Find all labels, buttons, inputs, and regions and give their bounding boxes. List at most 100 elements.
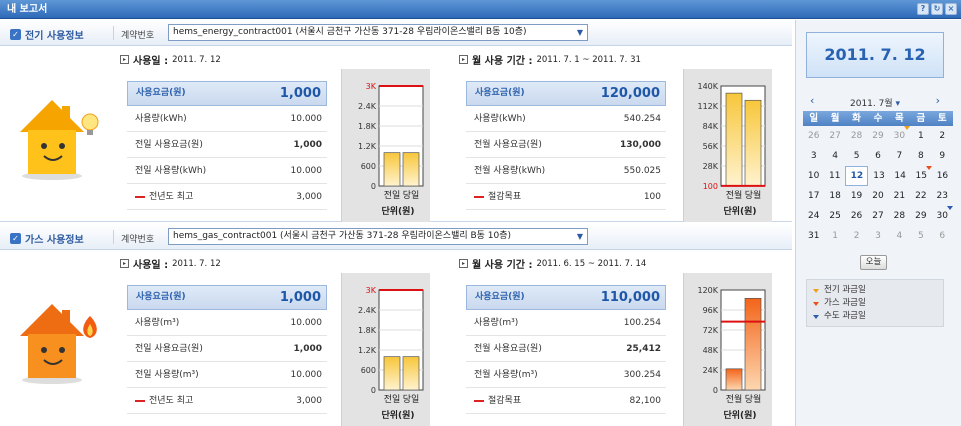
row-label: 사용요금(원) xyxy=(475,88,525,98)
tick-label: 120K xyxy=(697,286,718,295)
row-label: 전월 사용량(kWh) xyxy=(474,166,546,176)
calendar-day[interactable]: 2 xyxy=(846,226,867,246)
calendar-day[interactable]: 5 xyxy=(846,146,867,166)
expand-icon[interactable]: ▸ xyxy=(120,55,129,64)
calendar-day[interactable]: 12 xyxy=(845,166,869,186)
calendar-day[interactable]: 24 xyxy=(803,206,824,226)
expand-icon[interactable]: ▸ xyxy=(120,259,129,268)
table-row: 사용량(kWh) 10.000 xyxy=(127,106,327,132)
row-value: 82,100 xyxy=(629,396,662,406)
gas-section-title[interactable]: ✓ 가스 사용정보 xyxy=(10,231,84,246)
calendar-day[interactable]: 18 xyxy=(824,186,845,206)
calendar-day[interactable]: 27 xyxy=(867,206,888,226)
calendar-day[interactable]: 7 xyxy=(889,146,910,166)
unit-label: 단위(원) xyxy=(381,205,414,217)
gas-house-icon xyxy=(20,304,97,384)
tick-label: 28K xyxy=(703,162,719,171)
calendar-day[interactable]: 10 xyxy=(803,166,824,186)
refresh-icon[interactable]: ↻ xyxy=(931,3,943,15)
table-row: 전년도 최고 3,000 xyxy=(127,388,327,414)
calendar-day[interactable]: 30 xyxy=(889,126,911,146)
chevron-down-icon[interactable]: ▼ xyxy=(573,229,587,244)
calendar-day[interactable]: 19 xyxy=(846,186,867,206)
calendar-day[interactable]: 31 xyxy=(803,226,824,246)
calendar-day[interactable]: 8 xyxy=(910,146,931,166)
tick-label: 1.2K xyxy=(358,346,377,355)
divider xyxy=(113,26,114,40)
weekday-header: 일월 화 수 목 금토 xyxy=(803,111,953,126)
calendar-day[interactable]: 3 xyxy=(803,146,824,166)
calendar-day[interactable]: 1 xyxy=(910,126,931,146)
calendar-day[interactable]: 5 xyxy=(910,226,931,246)
calendar-day[interactable]: 20 xyxy=(867,186,888,206)
calendar-week: 26 27 28 29 30 1 2 xyxy=(803,126,953,146)
row-value: 10.000 xyxy=(290,166,323,176)
bar-chart: 120K 96K 72K 48K 24K 0 전월 당월단위(원) xyxy=(697,286,766,421)
tick-label: 0 xyxy=(713,386,718,395)
calendar-day[interactable]: 23 xyxy=(932,186,953,206)
weekday-label: 목 xyxy=(895,113,904,124)
calendar-day[interactable]: 29 xyxy=(867,126,888,146)
calendar-day[interactable]: 2 xyxy=(932,126,953,146)
calendar-day[interactable]: 26 xyxy=(846,206,867,226)
tick-label: 72K xyxy=(703,326,719,335)
tick-label: 2.4K xyxy=(358,306,377,315)
help-icon[interactable]: ? xyxy=(917,3,929,15)
calendar-day[interactable]: 28 xyxy=(846,126,867,146)
row-label: 사용량(m³) xyxy=(135,318,180,328)
row-value: 3,000 xyxy=(296,396,322,406)
row-value: 130,000 xyxy=(620,140,661,150)
gas-contract-select[interactable]: hems_gas_contract001 (서울시 금천구 가산동 371-28… xyxy=(168,228,588,245)
next-month-icon[interactable]: › xyxy=(936,95,940,107)
legend-label: 전기 과금일 xyxy=(824,285,866,295)
row-label: 전년도 최고 xyxy=(149,192,194,202)
calendar-day[interactable]: 27 xyxy=(824,126,845,146)
calendar-grid: 26 27 28 29 30 1 2 3 4 5 6 7 8 9 10 11 12 13 14 15 16 17 18 19 2… xyxy=(803,126,953,246)
row-label: 전년도 최고 xyxy=(149,396,194,406)
calendar-day[interactable]: 4 xyxy=(889,226,910,246)
electric-section-title[interactable]: ✓ 전기 사용정보 xyxy=(10,27,84,42)
calendar-day[interactable]: 1 xyxy=(824,226,845,246)
calendar-day[interactable]: 11 xyxy=(824,166,845,186)
tick-label: 2.4K xyxy=(358,102,377,111)
calendar-day[interactable]: 3 xyxy=(867,226,888,246)
calendar-day[interactable]: 21 xyxy=(889,186,910,206)
calendar-day[interactable]: 17 xyxy=(803,186,824,206)
calendar-day[interactable]: 6 xyxy=(932,226,953,246)
electric-contract-select[interactable]: hems_energy_contract001 (서울시 금천구 가산동 371… xyxy=(168,24,588,41)
calendar-day[interactable]: 6 xyxy=(867,146,888,166)
calendar-day[interactable]: 30 xyxy=(932,206,953,226)
calendar-day[interactable]: 28 xyxy=(889,206,910,226)
calendar-day[interactable]: 25 xyxy=(824,206,845,226)
table-row: 절감목표 82,100 xyxy=(466,388,666,414)
electric-monthly-title: ▸ 월 사용 기간 : 2011. 7. 1 ~ 2011. 7. 31 xyxy=(459,52,641,67)
row-value: 3,000 xyxy=(296,192,322,202)
prev-month-icon[interactable]: ‹ xyxy=(810,95,814,107)
tick-label: 1.2K xyxy=(358,142,377,151)
tick-label: 3K xyxy=(366,286,377,295)
table-row: 전년도 최고 3,000 xyxy=(127,184,327,210)
today-button[interactable]: 오늘 xyxy=(860,255,887,270)
row-value: 300.254 xyxy=(623,370,661,380)
calendar-day[interactable]: 15 xyxy=(911,166,932,186)
calendar-day[interactable]: 29 xyxy=(910,206,931,226)
chevron-down-icon[interactable]: ▾ xyxy=(896,99,901,109)
calendar-week: 10 11 12 13 14 15 16 xyxy=(803,166,953,186)
expand-icon[interactable]: ▸ xyxy=(459,55,468,64)
month-label[interactable]: 2011. 7월 ▾ xyxy=(850,96,900,109)
checkbox-icon[interactable]: ✓ xyxy=(10,29,21,40)
checkbox-icon[interactable]: ✓ xyxy=(10,233,21,244)
calendar-day[interactable]: 13 xyxy=(868,166,889,186)
contract-label: 계약번호 xyxy=(121,235,155,245)
calendar-day[interactable]: 22 xyxy=(910,186,931,206)
calendar-day[interactable]: 16 xyxy=(932,166,953,186)
expand-icon[interactable]: ▸ xyxy=(459,259,468,268)
close-icon[interactable]: × xyxy=(945,3,957,15)
calendar-day[interactable]: 14 xyxy=(890,166,911,186)
calendar-day[interactable]: 9 xyxy=(932,146,953,166)
chevron-down-icon[interactable]: ▼ xyxy=(573,25,587,40)
calendar-day[interactable]: 4 xyxy=(824,146,845,166)
calendar-week: 24 25 26 27 28 29 30 xyxy=(803,206,953,226)
calendar-day[interactable]: 26 xyxy=(803,126,824,146)
contract-label: 계약번호 xyxy=(121,31,155,41)
